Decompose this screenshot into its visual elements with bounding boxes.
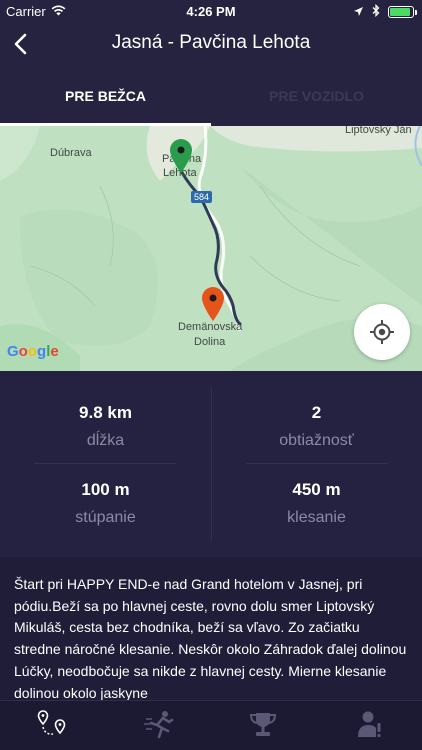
road-number-badge: 584: [191, 191, 213, 203]
route-map[interactable]: Dúbrava Pavčina Lehota Liptovský Ján Dem…: [0, 126, 422, 371]
stat-descent: 450 m klesanie: [211, 480, 422, 527]
status-right: [353, 3, 417, 20]
tab-vehicle[interactable]: PRE VOZIDLO: [211, 66, 422, 126]
difficulty-value: 2: [311, 403, 322, 422]
bluetooth-icon: [372, 3, 380, 20]
tab-bar-profile[interactable]: [350, 707, 390, 743]
profile-icon: [358, 711, 381, 737]
descent-value: 450 m: [292, 480, 341, 499]
mode-tabs: PRE BEŽCA PRE VOZIDLO: [0, 66, 422, 126]
start-pin-icon[interactable]: [168, 138, 194, 174]
bottom-tab-bar: [0, 700, 422, 750]
status-bar: Carrier 4:26 PM: [0, 0, 422, 22]
route-description: Štart pri HAPPY END-e nad Grand hotelom …: [14, 576, 407, 701]
stat-difficulty: 2 obtiažnosť: [211, 403, 422, 450]
route-stats: 9.8 km dĺžka 2 obtiažnosť 100 m stúpanie…: [0, 371, 422, 557]
map-label-dubrava: Dúbrava: [50, 147, 92, 159]
runner-icon: [144, 711, 174, 739]
crosshair-icon: [370, 320, 394, 344]
tab-bar-results[interactable]: [243, 707, 283, 743]
map-label-liptovsky-jan: Liptovský Ján: [345, 126, 412, 136]
navigation-bar: Jasná - Pavčina Lehota: [0, 22, 422, 66]
distance-label: dĺžka: [86, 432, 125, 449]
route-icon: [37, 710, 66, 735]
tab-bar-routes[interactable]: [33, 707, 73, 743]
ascent-label: stúpanie: [75, 509, 136, 526]
trophy-icon: [249, 713, 277, 736]
tab-runner[interactable]: PRE BEŽCA: [0, 66, 211, 126]
stat-distance: 9.8 km dĺžka: [0, 403, 211, 450]
tab-bar-runners[interactable]: [140, 707, 180, 743]
ascent-value: 100 m: [81, 480, 130, 499]
location-arrow-icon: [353, 5, 364, 20]
battery-level: [390, 8, 410, 16]
distance-value: 9.8 km: [79, 403, 132, 422]
descent-label: klesanie: [287, 509, 346, 526]
page-title: Jasná - Pavčina Lehota: [111, 32, 311, 53]
my-location-button[interactable]: [354, 304, 410, 360]
map-label-demanovska: Demänovská: [178, 321, 243, 333]
stats-divider-right: [246, 463, 388, 464]
google-logo: Google: [7, 343, 59, 360]
finish-pin-icon[interactable]: [200, 286, 226, 322]
map-label-dolina: Dolina: [194, 336, 226, 348]
stats-divider-vertical: [211, 387, 212, 541]
stats-divider-left: [34, 463, 176, 464]
stat-ascent: 100 m stúpanie: [0, 480, 211, 527]
battery-icon: [388, 6, 417, 18]
difficulty-label: obtiažnosť: [279, 432, 354, 449]
